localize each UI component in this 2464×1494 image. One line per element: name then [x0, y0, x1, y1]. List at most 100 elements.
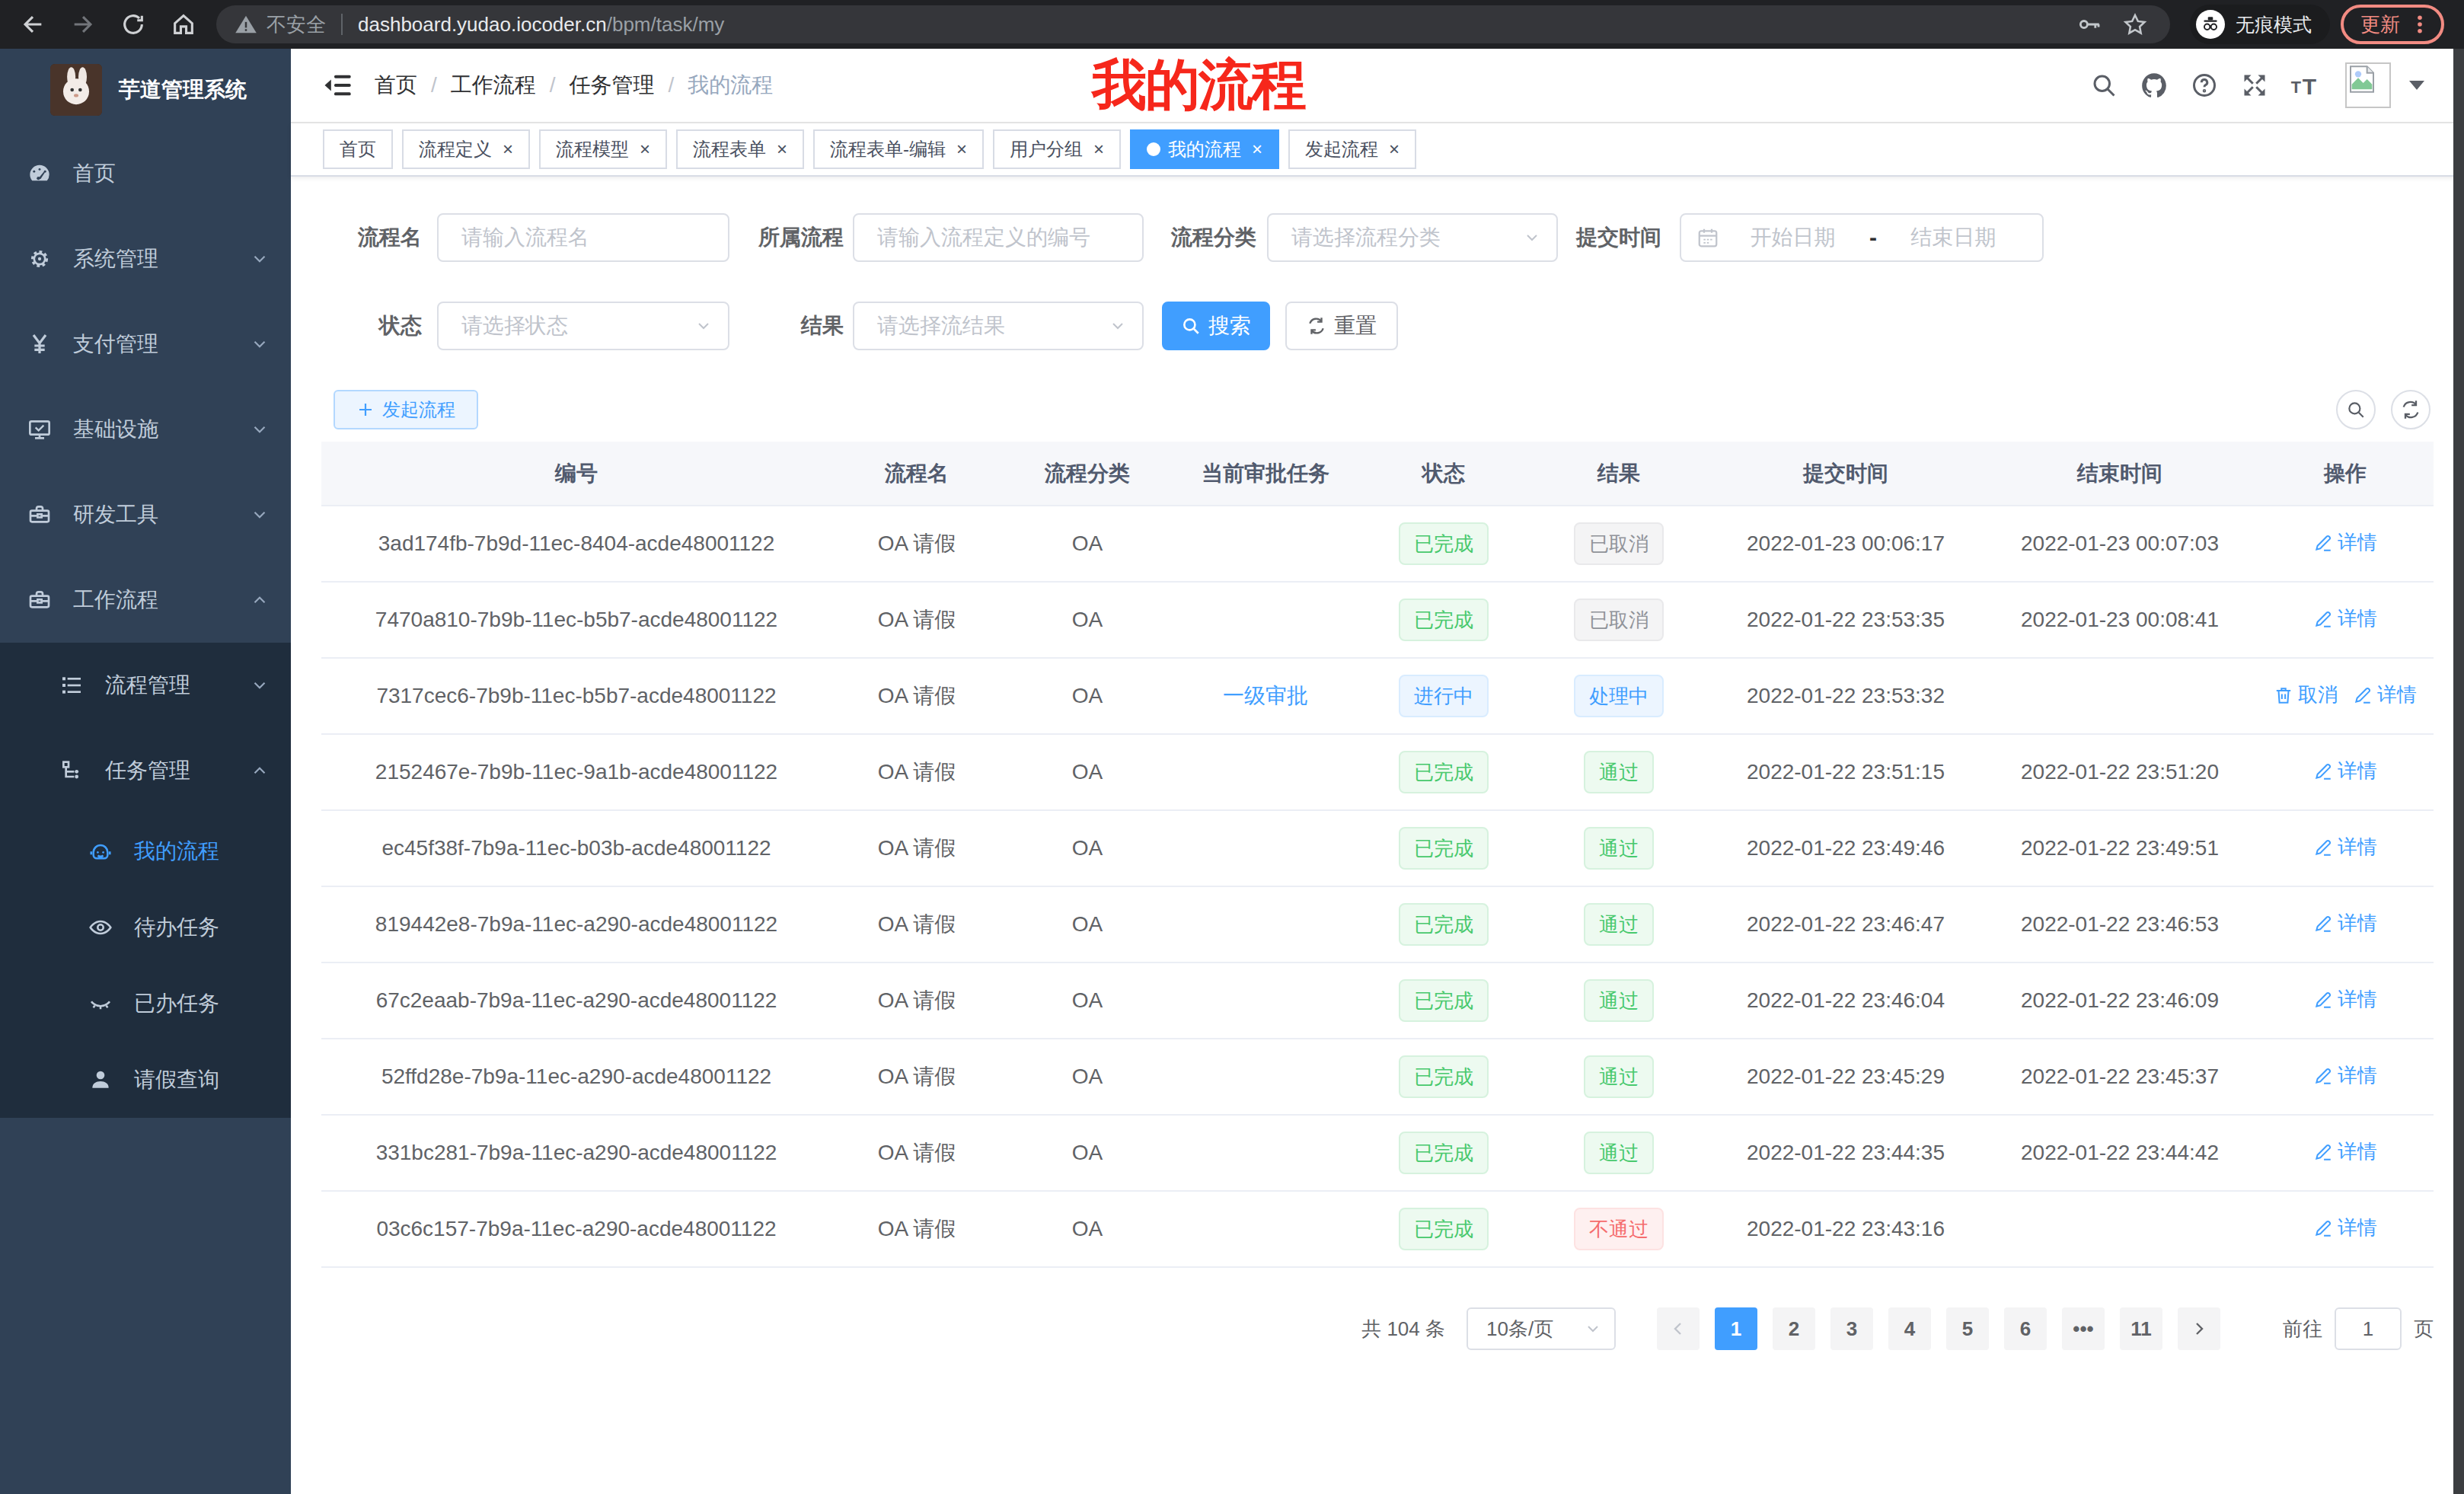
create-process-button[interactable]: 发起流程	[334, 390, 478, 429]
filter-result-select[interactable]: 请选择流结果	[853, 302, 1144, 350]
tab-我的流程[interactable]: 我的流程×	[1130, 129, 1279, 169]
forward-icon[interactable]	[62, 4, 104, 45]
sidebar-fold-icon[interactable]	[323, 70, 353, 101]
cell-task[interactable]: 一级审批	[1173, 658, 1358, 734]
detail-link[interactable]: 详情	[2313, 605, 2377, 632]
cell-name: OA 请假	[831, 962, 1002, 1039]
filter-status-select[interactable]: 请选择状态	[437, 302, 729, 350]
breadcrumb-home[interactable]: 首页	[375, 71, 417, 100]
address-bar[interactable]: 不安全 dashboard.yudao.iocoder.cn/bpm/task/…	[216, 5, 2170, 43]
tab-close-icon[interactable]: ×	[503, 140, 513, 158]
avatar-caret-icon[interactable]	[2409, 81, 2424, 90]
tab-close-icon[interactable]: ×	[640, 140, 650, 158]
fullscreen-icon[interactable]	[2229, 61, 2280, 110]
page-button-3[interactable]: 3	[1830, 1307, 1873, 1350]
tab-close-icon[interactable]: ×	[956, 140, 967, 158]
breadcrumb-workflow[interactable]: 工作流程	[451, 71, 536, 100]
prev-page-button[interactable]	[1657, 1307, 1700, 1350]
filter-definition-input[interactable]: 请输入流程定义的编号	[853, 213, 1144, 262]
tab-close-icon[interactable]: ×	[1252, 140, 1262, 158]
page-button-11[interactable]: 11	[2120, 1307, 2162, 1350]
detail-link[interactable]: 详情	[2313, 910, 2377, 937]
page-size-select[interactable]: 10条/页	[1467, 1307, 1616, 1350]
bookmark-star-icon[interactable]	[2118, 8, 2152, 41]
sidebar-item-6[interactable]: 流程管理	[0, 643, 291, 728]
sidebar-item-5[interactable]: 工作流程	[0, 557, 291, 643]
reload-icon[interactable]	[113, 4, 154, 45]
avatar-broken-image[interactable]	[2345, 62, 2391, 108]
tab-label: 流程模型	[556, 137, 629, 161]
tab-用户分组[interactable]: 用户分组×	[993, 129, 1121, 169]
sidebar-item-10[interactable]: 已办任务	[0, 966, 291, 1042]
tab-流程表单-编辑[interactable]: 流程表单-编辑×	[813, 129, 984, 169]
show-search-toggle-icon[interactable]	[2336, 390, 2376, 429]
filter-name-input[interactable]: 请输入流程名	[437, 213, 729, 262]
sidebar-item-1[interactable]: 系统管理	[0, 216, 291, 302]
page-ellipsis[interactable]: •••	[2062, 1307, 2105, 1350]
detail-link[interactable]: 详情	[2313, 1062, 2377, 1089]
next-page-button[interactable]	[2178, 1307, 2220, 1350]
update-button[interactable]: 更新	[2341, 5, 2444, 44]
font-size-icon[interactable]: TT	[2280, 61, 2330, 110]
tab-close-icon[interactable]: ×	[1093, 140, 1104, 158]
page-button-6[interactable]: 6	[2004, 1307, 2047, 1350]
sidebar-item-11[interactable]: 请假查询	[0, 1042, 291, 1118]
tab-流程表单[interactable]: 流程表单×	[676, 129, 804, 169]
sidebar-logo[interactable]: 芋道管理系统	[0, 49, 291, 131]
kebab-menu-icon[interactable]	[2409, 12, 2430, 37]
tab-流程定义[interactable]: 流程定义×	[402, 129, 530, 169]
page-button-4[interactable]: 4	[1888, 1307, 1931, 1350]
tab-首页[interactable]: 首页	[323, 129, 393, 169]
dashboard-icon	[27, 160, 52, 187]
refresh-table-icon[interactable]	[2391, 390, 2430, 429]
goto-page-input[interactable]: 1	[2335, 1307, 2402, 1350]
sidebar-item-2[interactable]: 支付管理	[0, 302, 291, 387]
sidebar-item-9[interactable]: 待办任务	[0, 889, 291, 966]
tab-close-icon[interactable]: ×	[1389, 140, 1400, 158]
tab-close-icon[interactable]: ×	[777, 140, 787, 158]
logo-rabbit-image	[50, 64, 102, 116]
search-button[interactable]: 搜索	[1162, 302, 1270, 350]
cell-end-time	[1983, 1191, 2257, 1267]
key-icon[interactable]	[2073, 8, 2106, 41]
security-label[interactable]: 不安全	[267, 11, 326, 38]
cell-submit-time: 2022-01-22 23:44:35	[1709, 1115, 1983, 1191]
column-header: 流程分类	[1002, 442, 1173, 506]
github-icon[interactable]	[2129, 61, 2179, 110]
page-button-1[interactable]: 1	[1715, 1307, 1757, 1350]
sidebar-item-3[interactable]: 基础设施	[0, 387, 291, 472]
detail-link[interactable]: 详情	[2313, 834, 2377, 860]
back-icon[interactable]	[12, 4, 53, 45]
reset-button[interactable]: 重置	[1285, 302, 1398, 350]
cell-actions: 详情	[2257, 582, 2434, 658]
filter-time-range[interactable]: 开始日期 - 结束日期	[1680, 213, 2044, 262]
sidebar-item-7[interactable]: 任务管理	[0, 728, 291, 813]
robot-icon	[88, 838, 113, 865]
sidebar-item-4[interactable]: 研发工具	[0, 472, 291, 557]
detail-link[interactable]: 详情	[2313, 529, 2377, 556]
svg-text:T: T	[2291, 78, 2301, 97]
home-icon[interactable]	[163, 4, 204, 45]
filter-category-select[interactable]: 请选择流程分类	[1267, 213, 1558, 262]
detail-link[interactable]: 详情	[2313, 758, 2377, 784]
chevron-down-icon	[1584, 1320, 1602, 1338]
help-icon[interactable]	[2179, 61, 2229, 110]
detail-link[interactable]: 详情	[2313, 1215, 2377, 1241]
search-icon[interactable]	[2079, 61, 2129, 110]
detail-link[interactable]: 详情	[2313, 1138, 2377, 1165]
tab-流程模型[interactable]: 流程模型 ×	[539, 129, 667, 169]
page-button-5[interactable]: 5	[1946, 1307, 1989, 1350]
browser-scrollbar[interactable]	[2453, 49, 2464, 1494]
sidebar-item-8[interactable]: 我的流程	[0, 813, 291, 889]
tab-发起流程[interactable]: 发起流程×	[1288, 129, 1416, 169]
plus-icon	[356, 401, 375, 419]
page-button-2[interactable]: 2	[1773, 1307, 1815, 1350]
cancel-link[interactable]: 取消	[2274, 682, 2338, 708]
detail-link[interactable]: 详情	[2353, 682, 2417, 708]
breadcrumb-task[interactable]: 任务管理	[570, 71, 655, 100]
detail-link[interactable]: 详情	[2313, 986, 2377, 1013]
end-date-placeholder[interactable]: 结束日期	[1880, 223, 2027, 252]
cell-status: 已完成	[1358, 582, 1529, 658]
start-date-placeholder[interactable]: 开始日期	[1719, 223, 1866, 252]
sidebar-item-0[interactable]: 首页	[0, 131, 291, 216]
